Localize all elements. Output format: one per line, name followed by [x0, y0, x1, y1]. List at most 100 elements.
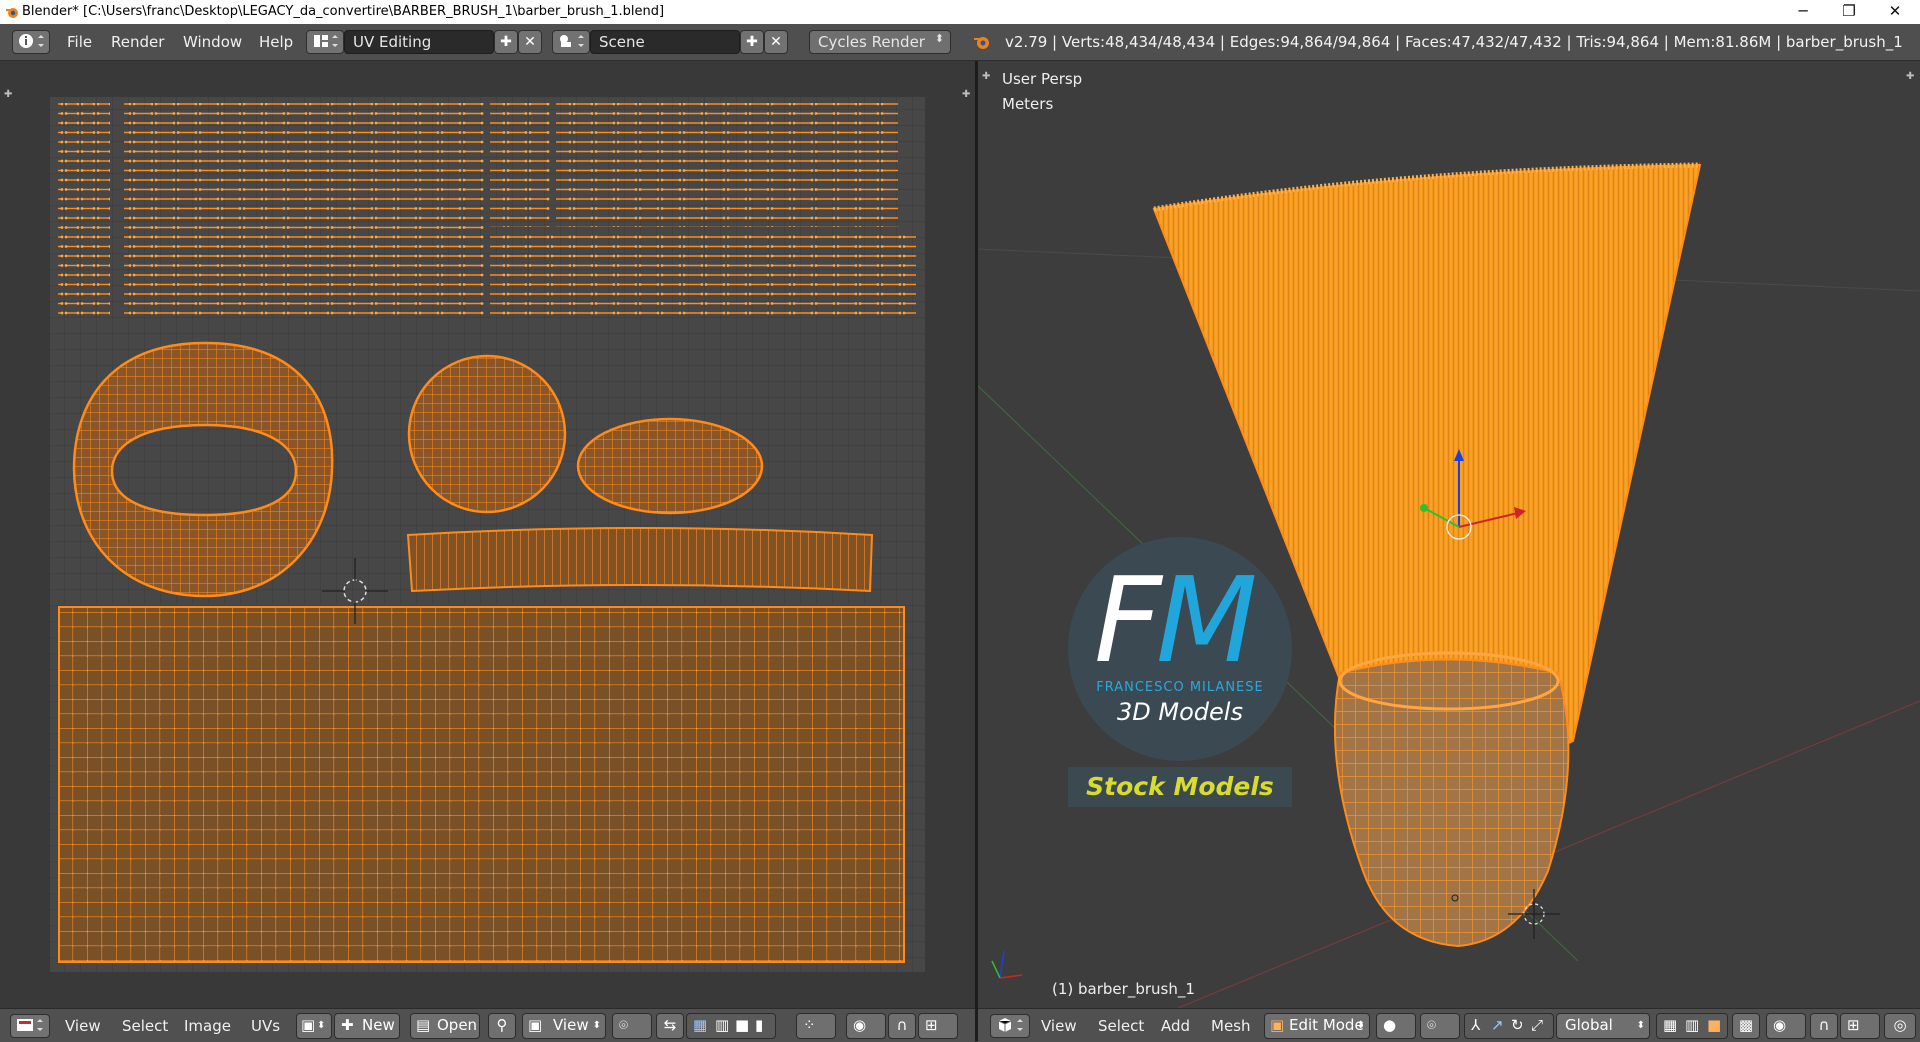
scale-icon[interactable]: ⤢: [1531, 1014, 1543, 1037]
add-scene-button[interactable]: ✚: [740, 30, 764, 54]
vertex-select-icon[interactable]: ▦: [693, 1014, 707, 1037]
viewport-menu-add[interactable]: Add: [1161, 1017, 1190, 1035]
viewport-canvas[interactable]: [978, 61, 1920, 1008]
open-image-label: Open: [437, 1016, 478, 1034]
editor-type-info-button[interactable]: [12, 30, 50, 54]
manipulator-group[interactable]: ⅄ ↗ ↻ ⤢: [1464, 1013, 1554, 1039]
active-object-label: (1) barber_brush_1: [1052, 980, 1195, 998]
uv-menu-uvs[interactable]: UVs: [251, 1017, 280, 1035]
occlude-geometry-button[interactable]: ▩: [1732, 1013, 1760, 1039]
new-image-button[interactable]: ✚ New: [334, 1013, 400, 1039]
uv-island-strips: [556, 103, 898, 227]
add-screen-button[interactable]: ✚: [494, 30, 518, 54]
close-button[interactable]: ✕: [1872, 0, 1918, 24]
edge-select-icon[interactable]: ▥: [1685, 1014, 1699, 1037]
magnet-icon: ∩: [1818, 1016, 1830, 1034]
screen-layout-browse-button[interactable]: [306, 30, 344, 54]
edit-mode-icon: ▣: [1270, 1016, 1285, 1034]
uv-editor-header: View Select Image UVs ▣ ⬍ ✚ New ▤ Open ⚲…: [0, 1008, 975, 1042]
uv-island-strips: [490, 103, 550, 227]
edge-select-icon[interactable]: ▥: [715, 1014, 729, 1037]
scene-name: Scene: [599, 33, 645, 51]
plus-icon: ✚: [341, 1016, 354, 1034]
pivot-dropdown[interactable]: ⌾: [612, 1013, 652, 1039]
menu-help[interactable]: Help: [259, 33, 293, 51]
snap-toggle[interactable]: ∩: [1810, 1013, 1838, 1039]
3d-viewport[interactable]: ✚ ✚ User Persp Meters (1) barber_brush_1: [978, 61, 1920, 1008]
uv-menu-image[interactable]: Image: [184, 1017, 231, 1035]
occlude-icon: ▩: [1738, 1016, 1754, 1034]
viewport-shading-dropdown[interactable]: ●: [1376, 1013, 1416, 1039]
scene-browse-button[interactable]: [552, 30, 590, 54]
manipulator-toggle-icon[interactable]: ⅄: [1471, 1014, 1480, 1037]
uv-menu-view[interactable]: View: [65, 1017, 101, 1035]
plus-icon: ✚: [500, 34, 512, 50]
solid-shading-icon: ●: [1383, 1016, 1397, 1034]
viewport-menu-select[interactable]: Select: [1098, 1017, 1144, 1035]
snap-toggle[interactable]: ∩: [888, 1013, 916, 1039]
open-image-button[interactable]: ▤ Open: [410, 1013, 480, 1039]
transform-orientation-dropdown[interactable]: Global ⬍: [1556, 1013, 1650, 1039]
menu-window[interactable]: Window: [183, 33, 242, 51]
uv-image-editor[interactable]: ✚ ✚: [0, 61, 975, 1008]
uv-canvas[interactable]: [0, 61, 975, 1008]
viewport-menu-mesh[interactable]: Mesh: [1211, 1017, 1251, 1035]
uv-island-circle: [407, 354, 567, 514]
proportional-edit-dropdown[interactable]: ◉: [846, 1013, 886, 1039]
updown-arrows-icon: ⬍: [1636, 1020, 1645, 1031]
screen-layout-field[interactable]: UV Editing: [344, 30, 494, 54]
minimize-button[interactable]: ─: [1780, 0, 1826, 24]
snap-element-dropdown[interactable]: ⊞: [918, 1013, 958, 1039]
screen-layout-name: UV Editing: [353, 33, 432, 51]
sticky-selection-dropdown[interactable]: ⁘: [796, 1013, 836, 1039]
proportional-edit-dropdown[interactable]: ◉: [1766, 1013, 1806, 1039]
snap-target-button[interactable]: ◎: [1884, 1013, 1916, 1039]
scene-field[interactable]: Scene: [590, 30, 740, 54]
info-header: File Render Window Help UV Editing ✚ ✕ S…: [0, 24, 1920, 61]
vertex-select-icon[interactable]: ▦: [1663, 1014, 1677, 1037]
rotate-icon[interactable]: ↻: [1511, 1014, 1524, 1037]
image-browse-button[interactable]: ▣ ⬍: [296, 1013, 332, 1039]
pin-icon: ⚲: [496, 1016, 508, 1034]
delete-scene-button[interactable]: ✕: [764, 30, 788, 54]
delete-screen-button[interactable]: ✕: [518, 30, 542, 54]
uv-view-mode-label: View: [553, 1016, 589, 1034]
face-select-icon[interactable]: ■: [1707, 1014, 1721, 1037]
scene-statistics: v2.79 | Verts:48,434/48,434 | Edges:94,8…: [1005, 33, 1903, 51]
image-editor-icon: [17, 1019, 43, 1031]
render-engine-dropdown[interactable]: Cycles Render ⬍: [809, 30, 951, 54]
pin-button[interactable]: ⚲: [488, 1013, 516, 1039]
sync-selection-button[interactable]: ⇆: [656, 1013, 684, 1039]
editor-type-button[interactable]: [990, 1014, 1030, 1038]
island-select-icon[interactable]: ▮: [755, 1014, 763, 1037]
editor-type-button[interactable]: [10, 1014, 50, 1038]
interaction-mode-dropdown[interactable]: ▣ Edit Mode ⬍: [1264, 1013, 1370, 1039]
uv-island-strips: [124, 103, 484, 315]
plus-icon: ✚: [746, 34, 758, 50]
translate-icon[interactable]: ↗: [1491, 1014, 1504, 1037]
watermark-badge: Stock Models: [1068, 767, 1292, 807]
blender-logo-icon: [974, 37, 989, 49]
window-titlebar: Blender* [C:\Users\franc\Desktop\LEGACY_…: [0, 0, 1920, 24]
mesh-select-mode-group[interactable]: ▦ ▥ ■: [1656, 1013, 1728, 1039]
maximize-button[interactable]: ❐: [1826, 0, 1872, 24]
image-icon: ▣: [301, 1016, 316, 1034]
units-label: Meters: [1002, 95, 1054, 113]
new-image-label: New: [362, 1016, 395, 1034]
menu-file[interactable]: File: [67, 33, 92, 51]
snap-element-dropdown[interactable]: ⊞: [1840, 1013, 1880, 1039]
menu-render[interactable]: Render: [111, 33, 164, 51]
layout-grid-icon: [314, 35, 338, 47]
viewport-menu-view[interactable]: View: [1041, 1017, 1077, 1035]
pivot-point-dropdown[interactable]: ⌾: [1420, 1013, 1460, 1039]
uv-view-mode-dropdown[interactable]: ▣ View ⬍: [522, 1013, 606, 1039]
watermark-tagline: 3D Models: [1117, 698, 1243, 726]
face-select-icon[interactable]: ■: [735, 1014, 749, 1037]
scene-icon: [560, 35, 584, 47]
info-icon: [19, 34, 44, 48]
select-mode-group[interactable]: ▦ ▥ ■ ▮: [686, 1013, 776, 1039]
x-icon: ✕: [770, 34, 782, 50]
uv-menu-select[interactable]: Select: [122, 1017, 168, 1035]
view-axis-gizmo-icon: [991, 950, 1023, 979]
viewport-header: View Select Add Mesh ▣ Edit Mode ⬍ ● ⌾ ⅄…: [978, 1008, 1920, 1042]
